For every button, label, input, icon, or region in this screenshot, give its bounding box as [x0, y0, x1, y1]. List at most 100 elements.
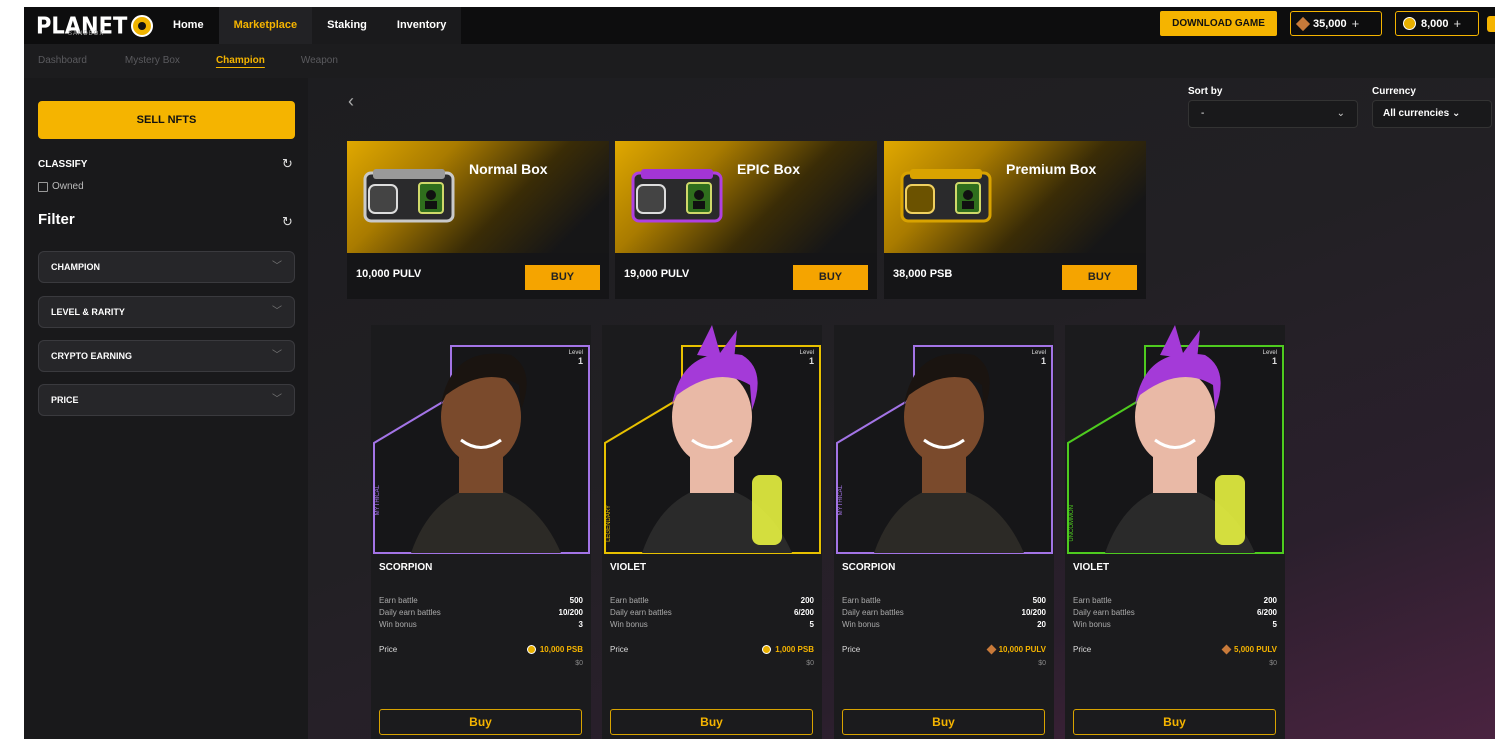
nav-staking[interactable]: Staking — [312, 7, 382, 44]
currency-select[interactable]: All currencies ⌄ — [1372, 100, 1492, 128]
tab-mystery-box[interactable]: Mystery Box — [101, 44, 194, 78]
logo-subtext: SANDBOX — [68, 31, 105, 37]
daily-earn-row: Daily earn battles 10/200 — [842, 608, 1046, 617]
price-value-wrap: 10,000 PSB — [526, 645, 583, 654]
buy-champion-button[interactable]: Buy — [610, 709, 813, 735]
stat-label: Earn battle — [610, 596, 649, 605]
stat-label: Daily earn battles — [379, 608, 441, 617]
marketplace-subnav: Dashboard Mystery Box Champion Weapon — [24, 44, 1495, 78]
stat-label: Daily earn battles — [1073, 608, 1135, 617]
box-name: EPIC Box — [737, 161, 801, 177]
stat-label: Win bonus — [379, 620, 417, 629]
reset-filter-icon[interactable]: ↻ — [282, 214, 293, 230]
profile-edge-icon[interactable] — [1487, 16, 1495, 32]
box-price: 38,000 PSB — [893, 268, 953, 280]
tab-weapon[interactable]: Weapon — [279, 44, 352, 78]
rarity-label: UNCOMMON — [1069, 505, 1075, 542]
add-psb-icon[interactable]: + — [1454, 16, 1462, 31]
reset-classify-icon[interactable]: ↻ — [282, 156, 293, 172]
buy-epic-box-button[interactable]: BUY — [793, 265, 868, 290]
box-price: 19,000 PULV — [624, 268, 690, 280]
psb-coin-icon — [1403, 17, 1416, 30]
buy-champion-button[interactable]: Buy — [379, 709, 582, 735]
champion-portrait — [604, 325, 821, 554]
win-bonus-row: Win bonus 3 — [379, 620, 583, 629]
stat-label: Daily earn battles — [610, 608, 672, 617]
buy-champion-button[interactable]: Buy — [1073, 709, 1276, 735]
usd-value: $0 — [1269, 660, 1277, 667]
buy-normal-box-button[interactable]: BUY — [525, 265, 600, 290]
level-value: 1 — [577, 356, 583, 366]
buy-premium-box-button[interactable]: BUY — [1062, 265, 1137, 290]
level-badge: Level 1 — [1032, 349, 1046, 366]
owned-label: Owned — [52, 181, 84, 192]
chevron-down-icon: ⌄ — [1336, 108, 1345, 119]
pulv-balance-value: 35,000 — [1313, 17, 1347, 30]
nav-marketplace[interactable]: Marketplace — [218, 7, 313, 44]
add-pulv-icon[interactable]: + — [1352, 16, 1360, 31]
box-name: Premium Box — [1006, 161, 1097, 177]
main-nav: Home Marketplace Staking Inventory — [158, 7, 462, 44]
back-arrow-icon[interactable]: ‹ — [348, 91, 354, 112]
price-value-wrap: 5,000 PULV — [1221, 644, 1277, 655]
filter-champion-dropdown[interactable]: CHAMPION ﹀ — [38, 251, 295, 283]
mystery-box-card-premium[interactable]: Premium Box 38,000 PSB BUY — [884, 141, 1146, 299]
epic-chest-icon — [631, 169, 723, 223]
owned-checkbox-row[interactable]: Owned — [38, 181, 84, 192]
sidebar: SELL NFTS CLASSIFY ↻ Owned Filter ↻ CHAM… — [24, 78, 308, 739]
level-badge: Level 1 — [1263, 349, 1277, 366]
tab-champion[interactable]: Champion — [194, 44, 279, 78]
chevron-down-icon: ⌄ — [1451, 108, 1461, 119]
stat-label: Earn battle — [379, 596, 418, 605]
filter-crypto-earning-dropdown[interactable]: CRYPTO EARNING ﹀ — [38, 340, 295, 372]
champion-card[interactable]: MYTHICAL Level 1 SCORPION Earn battle 50… — [371, 325, 591, 739]
filter-title: Filter — [38, 211, 75, 228]
level-value: 1 — [1040, 356, 1046, 366]
psb-coin-icon — [526, 645, 536, 654]
price-value-wrap: 1,000 PSB — [762, 645, 814, 654]
daily-earn-row: Daily earn battles 6/200 — [610, 608, 814, 617]
chevron-down-icon: ﹀ — [272, 394, 282, 405]
champion-card[interactable]: LEGENDARY Level 1 VIOLET Earn battle 200… — [602, 325, 822, 739]
owned-checkbox[interactable] — [38, 181, 48, 192]
chevron-down-icon: ﹀ — [272, 261, 282, 272]
nav-home[interactable]: Home — [158, 7, 219, 44]
rarity-label: MYTHICAL — [375, 485, 381, 516]
champion-card[interactable]: UNCOMMON Level 1 VIOLET Earn battle 200 … — [1065, 325, 1285, 739]
nav-inventory[interactable]: Inventory — [381, 7, 462, 44]
price-value: 10,000 PULV — [998, 645, 1046, 654]
psb-balance[interactable]: 8,000 + — [1395, 11, 1479, 36]
stat-value: 200 — [800, 596, 814, 605]
tab-dashboard[interactable]: Dashboard — [24, 44, 101, 78]
level-value: 1 — [808, 356, 814, 366]
pulv-balance[interactable]: 35,000 + — [1290, 11, 1382, 36]
download-game-button[interactable]: DOWNLOAD GAME — [1160, 11, 1277, 36]
price-label: Price — [610, 645, 629, 654]
champion-name: SCORPION — [379, 562, 433, 573]
mystery-box-card-normal[interactable]: Normal Box 10,000 PULV BUY — [347, 141, 609, 299]
filter-level-rarity-dropdown[interactable]: LEVEL & RARITY ﹀ — [38, 296, 295, 328]
mystery-box-card-epic[interactable]: EPIC Box 19,000 PULV BUY — [615, 141, 877, 299]
box-name: Normal Box — [469, 161, 548, 177]
filter-price-dropdown[interactable]: PRICE ﹀ — [38, 384, 295, 416]
sort-by-label: Sort by — [1188, 86, 1223, 97]
stat-label: Win bonus — [1073, 620, 1111, 629]
buy-champion-button[interactable]: Buy — [842, 709, 1045, 735]
champion-card[interactable]: MYTHICAL Level 1 SCORPION Earn battle 50… — [834, 325, 1054, 739]
premium-chest-icon — [900, 169, 992, 223]
sort-by-value: - — [1201, 108, 1205, 119]
usd-value: $0 — [575, 660, 583, 667]
filter-label: LEVEL & RARITY — [51, 307, 125, 317]
sort-by-select[interactable]: - ⌄ — [1188, 100, 1358, 128]
price-value-wrap: 10,000 PULV — [986, 644, 1046, 655]
app-window: PLANET SANDBOX Home Marketplace Staking … — [24, 7, 1495, 739]
sell-nfts-button[interactable]: SELL NFTS — [38, 101, 295, 139]
stat-value: 10/200 — [558, 608, 583, 617]
level-badge: Level 1 — [569, 349, 583, 366]
psb-coin-icon — [762, 645, 772, 654]
stat-value: 500 — [569, 596, 583, 605]
stat-value: 6/200 — [793, 608, 814, 617]
champion-portrait — [1067, 325, 1284, 554]
win-bonus-row: Win bonus 5 — [610, 620, 814, 629]
box-price: 10,000 PULV — [356, 268, 422, 280]
